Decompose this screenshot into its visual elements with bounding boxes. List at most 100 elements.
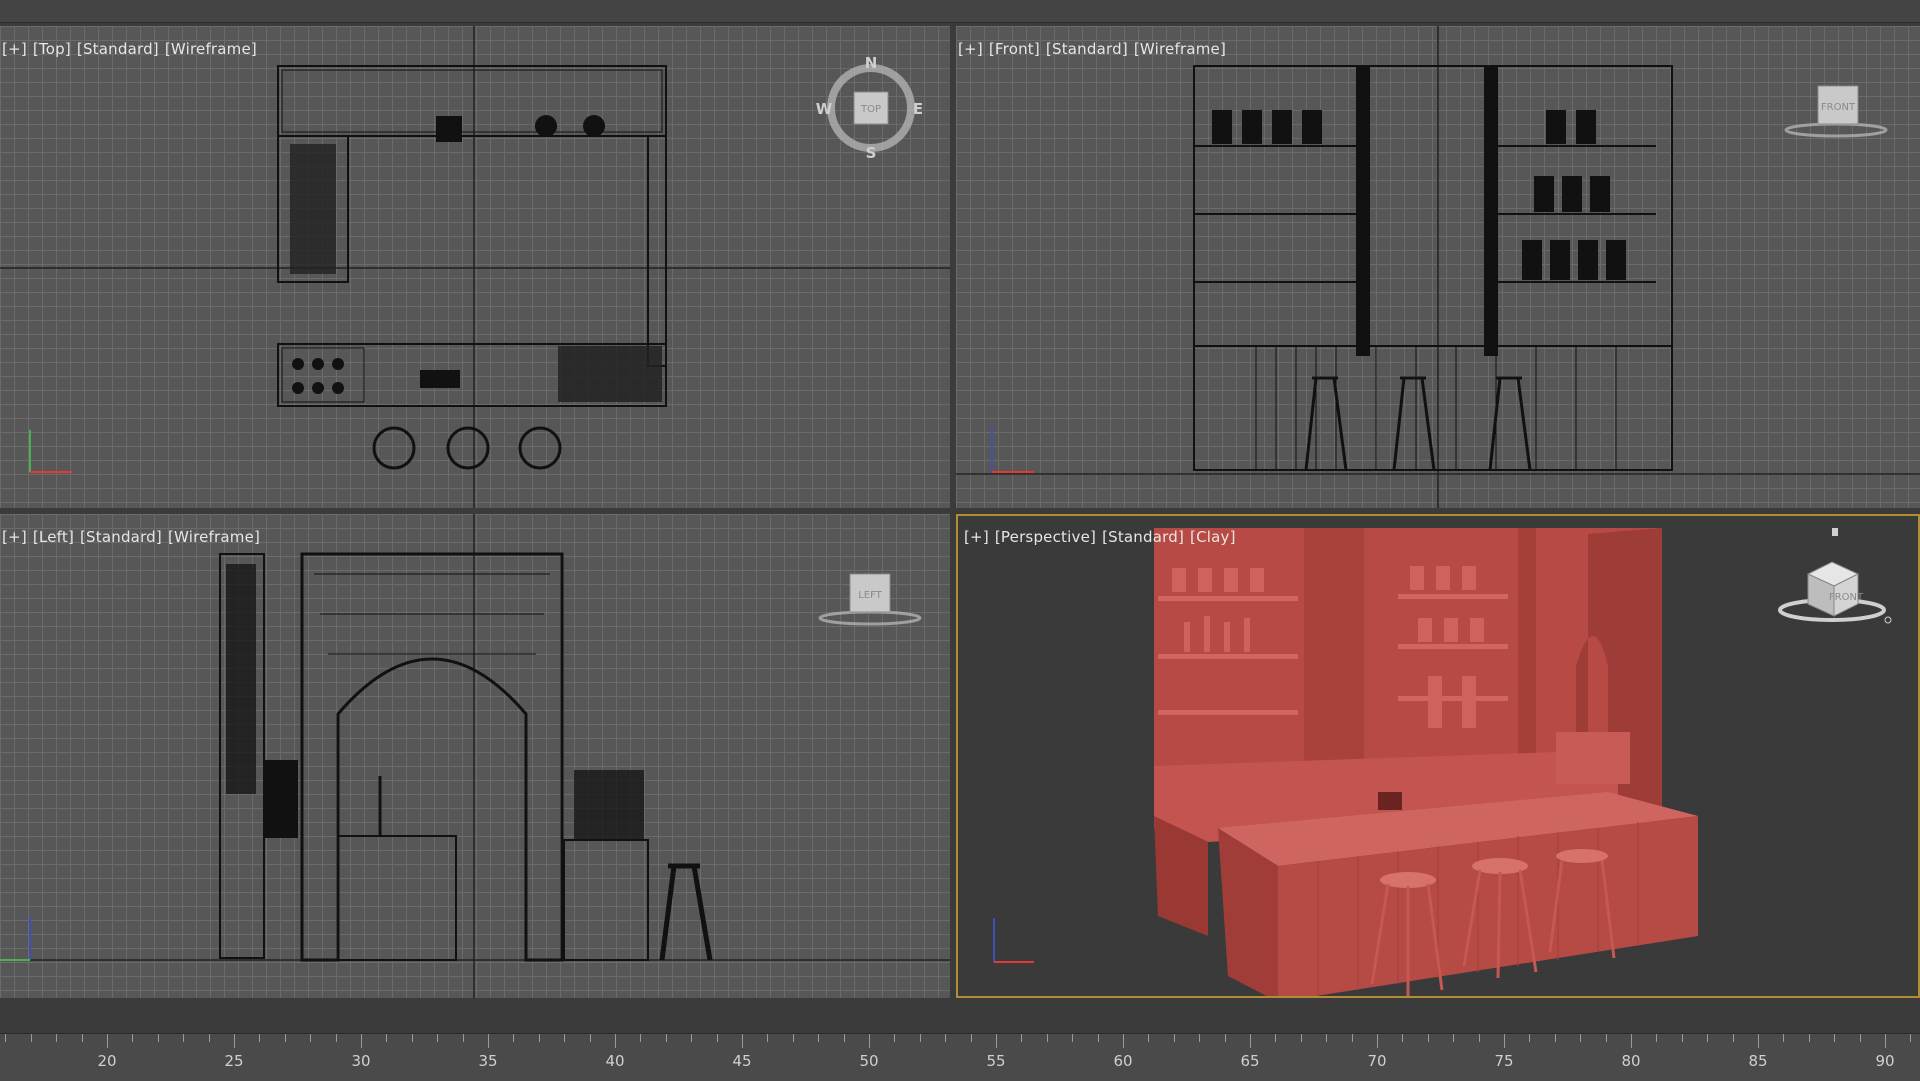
timeline-minor-tick — [1631, 1034, 1632, 1048]
timeline-minor-tick — [132, 1034, 134, 1042]
timeline-frame-number: 20 — [97, 1052, 117, 1070]
timeline-frame-number: 75 — [1494, 1052, 1514, 1070]
viewcube-label: FRONT — [1821, 102, 1856, 113]
viewport-menu-plus[interactable]: [+] — [964, 528, 989, 546]
timeline-minor-tick — [945, 1034, 947, 1042]
timeline-minor-tick — [1072, 1034, 1074, 1042]
timeline-minor-tick — [1580, 1034, 1582, 1042]
viewport-perspective[interactable]: [+] [Perspective] [Standard] [Clay] FRON… — [956, 514, 1920, 998]
viewport-left-label: [+] [Left] [Standard] [Wireframe] — [2, 528, 266, 546]
compass-east: E — [913, 100, 923, 118]
viewport-front[interactable]: [+] [Front] [Standard] [Wireframe] FRONT — [956, 26, 1920, 508]
viewcube[interactable]: LEFT — [810, 570, 930, 640]
compass-west: W — [816, 100, 833, 118]
timeline-minor-tick — [1046, 1034, 1048, 1042]
timeline-frame-number: 35 — [478, 1052, 498, 1070]
viewport-left[interactable]: [+] [Left] [Standard] [Wireframe] LEFT — [0, 514, 950, 998]
timeline-minor-tick — [386, 1034, 388, 1042]
timeline-frame-number: 45 — [732, 1052, 752, 1070]
timeline-minor-tick — [691, 1034, 693, 1042]
timeline-minor-tick — [1199, 1034, 1201, 1042]
timeline-frame-number: 30 — [351, 1052, 371, 1070]
compass-north: N — [865, 56, 878, 72]
timeline-minor-tick — [488, 1034, 489, 1048]
viewport-view-menu[interactable]: [Top] — [33, 40, 71, 58]
viewport-menu-plus[interactable]: [+] — [958, 40, 983, 58]
viewport-menu-plus[interactable]: [+] — [2, 40, 27, 58]
viewport-quality-menu[interactable]: [Standard] — [80, 528, 162, 546]
viewport-front-label: [+] [Front] [Standard] [Wireframe] — [958, 40, 1232, 58]
compass-viewcube[interactable]: TOP N S E W — [816, 56, 926, 166]
timeline-minor-tick — [234, 1034, 235, 1048]
timeline-frame-number: 80 — [1621, 1052, 1641, 1070]
viewport-view-menu[interactable]: [Front] — [989, 40, 1040, 58]
timeline-minor-tick — [716, 1034, 718, 1042]
timeline-minor-tick — [1834, 1034, 1836, 1042]
viewport-menu-plus[interactable]: [+] — [2, 528, 27, 546]
timeline-minor-tick — [1097, 1034, 1099, 1042]
timeline-minor-tick — [1707, 1034, 1709, 1042]
front-wireframe-scene — [956, 26, 1920, 508]
timeline-frame-number: 60 — [1113, 1052, 1133, 1070]
viewcube-label: LEFT — [858, 590, 882, 601]
viewport-shading-menu[interactable]: [Clay] — [1190, 528, 1236, 546]
timeline-minor-tick — [183, 1034, 185, 1042]
timeline-minor-tick — [1351, 1034, 1353, 1042]
timeline-minor-tick — [767, 1034, 769, 1042]
viewcube[interactable]: FRONT — [1778, 80, 1898, 150]
timeline-frame-number: 85 — [1748, 1052, 1768, 1070]
timeline-minor-tick — [310, 1034, 312, 1042]
timeline-minor-tick — [1173, 1034, 1175, 1042]
viewport-top[interactable]: [+] [Top] [Standard] [Wireframe] TOP N S E … — [0, 26, 950, 508]
timeline-minor-tick — [1275, 1034, 1277, 1042]
viewport-shading-menu[interactable]: [Wireframe] — [168, 528, 260, 546]
timeline-minor-tick — [1402, 1034, 1404, 1042]
timeline-track[interactable]: 20 25 30 35 40 45 50 55 60 65 70 75 80 85 90 — [0, 1033, 1920, 1081]
timeline-minor-tick — [1377, 1034, 1378, 1048]
timeline-minor-tick — [869, 1034, 870, 1048]
viewcube-label: TOP — [860, 104, 881, 115]
viewport-view-menu[interactable]: [Left] — [33, 528, 74, 546]
timeline-minor-tick — [894, 1034, 896, 1042]
timeline-minor-tick — [1021, 1034, 1023, 1042]
timeline-frame-number: 40 — [605, 1052, 625, 1070]
timeline-minor-tick — [640, 1034, 642, 1042]
timeline-minor-tick — [818, 1034, 820, 1042]
timeline[interactable]: 20 25 30 35 40 45 50 55 60 65 70 75 80 85 90 — [0, 1000, 1920, 1081]
timeline-minor-tick — [361, 1034, 362, 1048]
timeline-minor-tick — [1808, 1034, 1810, 1042]
timeline-minor-tick — [462, 1034, 464, 1042]
viewcube-label: FRONT — [1829, 592, 1864, 603]
timeline-minor-tick — [1783, 1034, 1785, 1042]
timeline-frame-number: 70 — [1367, 1052, 1387, 1070]
viewcube[interactable]: FRONT — [1774, 518, 1894, 628]
timeline-minor-tick — [1554, 1034, 1556, 1042]
viewport-quality-menu[interactable]: [Standard] — [1046, 40, 1128, 58]
timeline-frame-number: 55 — [986, 1052, 1006, 1070]
compass-south: S — [866, 144, 877, 162]
timeline-minor-tick — [5, 1034, 7, 1042]
timeline-minor-tick — [1427, 1034, 1429, 1042]
timeline-minor-tick — [665, 1034, 667, 1042]
timeline-minor-tick — [1123, 1034, 1124, 1048]
timeline-minor-tick — [335, 1034, 337, 1042]
timeline-frame-number: 90 — [1875, 1052, 1895, 1070]
timeline-minor-tick — [1885, 1034, 1886, 1048]
timeline-minor-tick — [996, 1034, 997, 1048]
timeline-minor-tick — [513, 1034, 515, 1042]
viewport-shading-menu[interactable]: [Wireframe] — [1134, 40, 1226, 58]
timeline-minor-tick — [1859, 1034, 1861, 1042]
timeline-minor-tick — [411, 1034, 413, 1042]
timeline-frame-number: 50 — [859, 1052, 879, 1070]
viewport-shading-menu[interactable]: [Wireframe] — [165, 40, 257, 58]
home-icon — [1832, 528, 1838, 536]
timeline-minor-tick — [538, 1034, 540, 1042]
top-menu-strip — [0, 0, 1920, 23]
timeline-minor-tick — [1148, 1034, 1150, 1042]
viewport-view-menu[interactable]: [Perspective] — [995, 528, 1096, 546]
viewport-quality-menu[interactable]: [Standard] — [1102, 528, 1184, 546]
viewport-quality-menu[interactable]: [Standard] — [77, 40, 159, 58]
viewport-top-label: [+] [Top] [Standard] [Wireframe] — [2, 40, 263, 58]
timeline-minor-tick — [919, 1034, 921, 1042]
timeline-minor-tick — [1605, 1034, 1607, 1042]
